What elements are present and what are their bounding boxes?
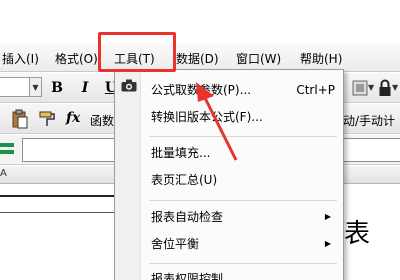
- menu-data[interactable]: 数据(D): [176, 50, 219, 68]
- italic-button[interactable]: I: [76, 78, 94, 98]
- menu-format[interactable]: 格式(O): [55, 50, 98, 68]
- cell-border: [0, 212, 125, 213]
- menu-item-permission-control[interactable]: 报表权限控制...: [147, 269, 337, 280]
- menu-item-formula-params[interactable]: 公式取数参数(P)... Ctrl+P: [147, 80, 337, 100]
- menu-item-label: 公式取数参数(P)...: [151, 83, 252, 97]
- menu-bar: 插入(I) 格式(O) 工具(T) 数据(D) 窗口(W) 帮助(H): [0, 44, 400, 72]
- menu-item-label: 表页汇总(U): [151, 173, 218, 187]
- menu-item-page-summary[interactable]: 表页汇总(U): [147, 170, 337, 190]
- menu-item-rounding-balance[interactable]: 舍位平衡 ▶: [147, 234, 337, 254]
- menu-item-label: 转换旧版本公式(F)...: [151, 110, 263, 124]
- menu-item-convert-formula[interactable]: 转换旧版本公式(F)...: [147, 107, 337, 127]
- menu-item-batch-fill[interactable]: 批量填充...: [147, 143, 337, 163]
- menu-separator: [149, 263, 337, 264]
- equals-icon[interactable]: [0, 143, 14, 157]
- menu-help[interactable]: 帮助(H): [300, 50, 342, 68]
- menu-insert[interactable]: 插入(I): [2, 50, 39, 68]
- camera-icon: [121, 79, 137, 92]
- menu-item-label: 报表自动检查: [151, 210, 224, 224]
- submenu-arrow-icon: ▶: [324, 212, 331, 221]
- menu-separator: [149, 200, 337, 201]
- chevron-down-icon[interactable]: ▼: [392, 83, 398, 92]
- menu-item-label: 舍位平衡: [151, 237, 200, 251]
- menu-window[interactable]: 窗口(W): [236, 50, 281, 68]
- menu-item-shortcut: Ctrl+P: [296, 83, 335, 97]
- font-size-select[interactable]: [0, 77, 30, 97]
- menu-icon-gutter: [115, 70, 141, 280]
- bold-button[interactable]: B: [48, 78, 66, 98]
- paste-icon[interactable]: [12, 109, 28, 129]
- format-painter-icon[interactable]: [38, 110, 56, 128]
- lock-icon[interactable]: [378, 78, 392, 98]
- tools-dropdown-menu: 公式取数参数(P)... Ctrl+P 转换旧版本公式(F)... 批量填充..…: [114, 69, 344, 280]
- function-icon[interactable]: fx: [66, 110, 80, 126]
- menu-item-label: 批量填充...: [151, 146, 211, 160]
- chevron-down-icon[interactable]: ▼: [368, 83, 374, 92]
- toolbar-option-icon[interactable]: [352, 79, 368, 97]
- chevron-down-icon[interactable]: ▼: [30, 77, 42, 97]
- auto-manual-calc-label[interactable]: 动/手动计: [343, 112, 395, 129]
- highlight-box: [98, 32, 176, 72]
- column-header-a[interactable]: A: [0, 168, 7, 179]
- menu-item-label: 报表权限控制...: [151, 272, 235, 280]
- sheet-title-text: 表: [344, 219, 371, 249]
- function-label[interactable]: 函数: [90, 112, 114, 129]
- menu-item-auto-check[interactable]: 报表自动检查 ▶: [147, 207, 337, 227]
- cell-border: [0, 195, 125, 197]
- submenu-arrow-icon: ▶: [324, 239, 331, 248]
- menu-separator: [149, 136, 337, 137]
